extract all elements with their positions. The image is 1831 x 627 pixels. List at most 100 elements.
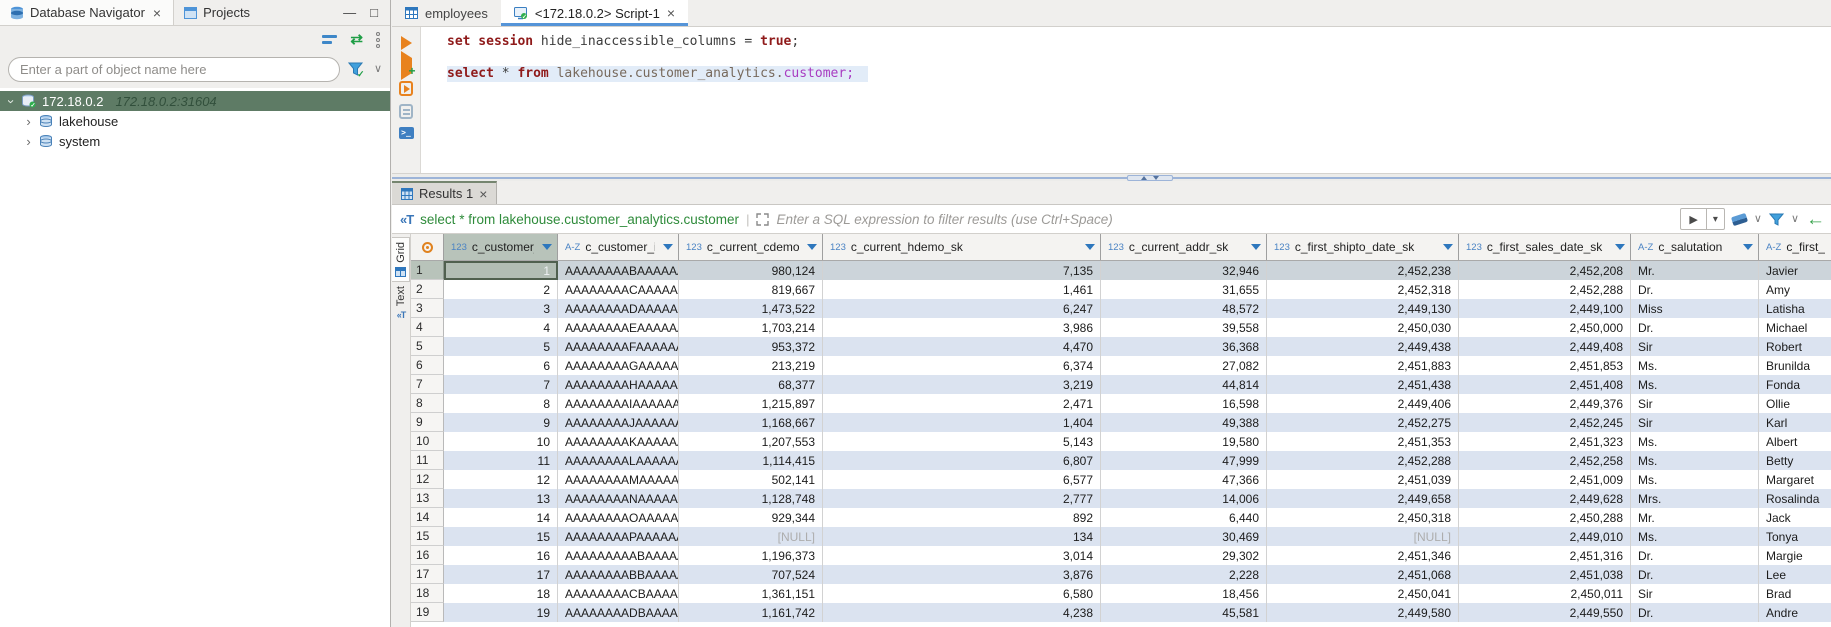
row-number[interactable]: 5: [411, 337, 444, 356]
grid-cell[interactable]: 2,451,009: [1459, 470, 1631, 489]
grid-cell[interactable]: 4,238: [823, 603, 1101, 622]
grid-cell[interactable]: AAAAAAAAIAAAAAAA: [558, 394, 679, 413]
chevron-down-icon[interactable]: ∨: [1754, 214, 1762, 225]
grid-cell[interactable]: AAAAAAAABAAAAAAA: [558, 261, 679, 280]
grid-cell[interactable]: 7: [444, 375, 558, 394]
grid-cell[interactable]: Ms.: [1631, 470, 1759, 489]
grid-cell[interactable]: 30,469: [1101, 527, 1267, 546]
grid-cell[interactable]: 1,215,897: [679, 394, 823, 413]
grid-cell[interactable]: 6,580: [823, 584, 1101, 603]
grid-cell[interactable]: 31,655: [1101, 280, 1267, 299]
row-number[interactable]: 2: [411, 280, 444, 299]
grid-cell[interactable]: 1,703,214: [679, 318, 823, 337]
chevron-down-icon[interactable]: ∨: [1791, 214, 1799, 225]
filters-menu-icon[interactable]: [1769, 213, 1784, 226]
grid-cell[interactable]: 36,368: [1101, 337, 1267, 356]
grid-cell[interactable]: 4: [444, 318, 558, 337]
sort-indicator-icon[interactable]: [1740, 244, 1753, 250]
sort-indicator-icon[interactable]: [804, 244, 817, 250]
grid-cell[interactable]: 19: [444, 603, 558, 622]
grid-cell[interactable]: 18: [444, 584, 558, 603]
grid-cell[interactable]: 1,461: [823, 280, 1101, 299]
column-header-c_first_sales_date_sk[interactable]: 123c_first_sales_date_sk: [1459, 234, 1631, 260]
grid-cell[interactable]: 68,377: [679, 375, 823, 394]
grid-cell[interactable]: 49,388: [1101, 413, 1267, 432]
grid-cell[interactable]: AAAAAAAAKAAAAAAA: [558, 432, 679, 451]
grid-cell[interactable]: Dr.: [1631, 546, 1759, 565]
column-header-c_first_na[interactable]: A-Zc_first_na: [1759, 234, 1831, 260]
grid-cell[interactable]: 3: [444, 299, 558, 318]
grid-cell[interactable]: 2,449,100: [1459, 299, 1631, 318]
expander-icon[interactable]: ›: [4, 97, 19, 106]
tab-script-1[interactable]: ✓ <172.18.0.2> Script-1 ×: [501, 0, 688, 26]
grid-cell[interactable]: Karl: [1759, 413, 1831, 432]
grid-cell[interactable]: 1,207,553: [679, 432, 823, 451]
tab-text-view[interactable]: Text «T: [392, 282, 410, 324]
grid-cell[interactable]: 502,141: [679, 470, 823, 489]
tab-employees[interactable]: employees: [392, 0, 501, 26]
grid-cell[interactable]: 4,470: [823, 337, 1101, 356]
grid-cell[interactable]: Brunilda: [1759, 356, 1831, 375]
grid-cell[interactable]: 16: [444, 546, 558, 565]
filter-history-icon[interactable]: ▾: [1707, 214, 1724, 225]
sort-indicator-icon[interactable]: [660, 244, 673, 250]
grid-cell[interactable]: 2,452,258: [1459, 451, 1631, 470]
sort-indicator-icon[interactable]: [1248, 244, 1261, 250]
grid-cell[interactable]: 9: [444, 413, 558, 432]
grid-cell[interactable]: Andre: [1759, 603, 1831, 622]
grid-cell[interactable]: AAAAAAAADBAAAAAA: [558, 603, 679, 622]
grid-cell[interactable]: 2,451,316: [1459, 546, 1631, 565]
grid-cell[interactable]: 892: [823, 508, 1101, 527]
clear-filter-icon[interactable]: [1731, 212, 1748, 225]
sort-indicator-icon[interactable]: [1440, 244, 1453, 250]
row-number[interactable]: 3: [411, 299, 444, 318]
grid-cell[interactable]: 12: [444, 470, 558, 489]
grid-cell[interactable]: 2,449,658: [1267, 489, 1459, 508]
grid-cell[interactable]: 3,876: [823, 565, 1101, 584]
grid-cell[interactable]: 6,807: [823, 451, 1101, 470]
grid-cell[interactable]: 2,449,438: [1267, 337, 1459, 356]
column-header-c_current_hdemo_sk[interactable]: 123c_current_hdemo_sk: [823, 234, 1101, 260]
tab-projects[interactable]: Projects: [174, 0, 260, 25]
grid-cell[interactable]: AAAAAAAAHAAAAAAA: [558, 375, 679, 394]
grid-cell[interactable]: 2,450,030: [1267, 318, 1459, 337]
grid-cell[interactable]: 2,471: [823, 394, 1101, 413]
execute-script-icon[interactable]: [399, 81, 413, 96]
grid-cell[interactable]: 1,404: [823, 413, 1101, 432]
grid-cell[interactable]: Jack: [1759, 508, 1831, 527]
grid-cell[interactable]: 2,451,038: [1459, 565, 1631, 584]
minimize-icon[interactable]: —: [343, 5, 356, 20]
grid-cell[interactable]: 2,452,288: [1459, 280, 1631, 299]
close-icon[interactable]: ×: [479, 186, 487, 202]
row-number[interactable]: 10: [411, 432, 444, 451]
grid-cell[interactable]: AAAAAAAAGAAAAAAA: [558, 356, 679, 375]
execute-new-tab-icon[interactable]: +: [401, 58, 412, 73]
overflow-menu-icon[interactable]: [376, 32, 380, 48]
grid-cell[interactable]: 17: [444, 565, 558, 584]
sort-indicator-icon[interactable]: [1612, 244, 1625, 250]
grid-cell[interactable]: 2,449,130: [1267, 299, 1459, 318]
row-number[interactable]: 14: [411, 508, 444, 527]
grid-cell[interactable]: Latisha: [1759, 299, 1831, 318]
grid-cell[interactable]: 6: [444, 356, 558, 375]
grid-cell[interactable]: 2,451,438: [1267, 375, 1459, 394]
chevron-down-icon[interactable]: ∨: [374, 64, 382, 75]
grid-cell[interactable]: 45,581: [1101, 603, 1267, 622]
grid-cell[interactable]: AAAAAAAAOAAAAAAA: [558, 508, 679, 527]
grid-cell[interactable]: Dr.: [1631, 280, 1759, 299]
sort-indicator-icon[interactable]: [1082, 244, 1095, 250]
grid-cell[interactable]: Lee: [1759, 565, 1831, 584]
grid-cell[interactable]: 2,451,068: [1267, 565, 1459, 584]
row-number[interactable]: 18: [411, 584, 444, 603]
filter-config-icon[interactable]: ✓: [348, 62, 366, 78]
grid-cell[interactable]: 2,451,323: [1459, 432, 1631, 451]
grid-cell[interactable]: 13: [444, 489, 558, 508]
grid-cell[interactable]: 2,451,853: [1459, 356, 1631, 375]
grid-cell[interactable]: AAAAAAAAFAAAAAAA: [558, 337, 679, 356]
row-number[interactable]: 15: [411, 527, 444, 546]
column-header-c_customer_sk[interactable]: 123c_customer_sk: [444, 234, 558, 260]
grid-cell[interactable]: AAAAAAAABBAAAAAA: [558, 565, 679, 584]
grid-cell[interactable]: Ms.: [1631, 527, 1759, 546]
grid-cell[interactable]: 929,344: [679, 508, 823, 527]
grid-cell[interactable]: 2,452,318: [1267, 280, 1459, 299]
